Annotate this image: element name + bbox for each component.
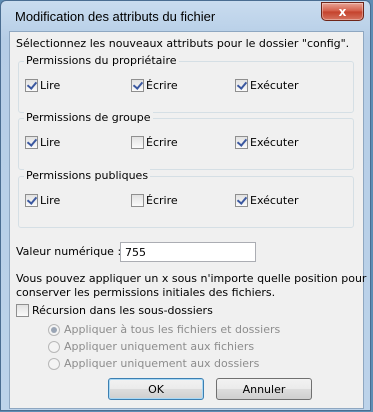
ok-button[interactable]: OK [108, 378, 204, 400]
group-label: Permissions du propriétaire [24, 54, 179, 67]
group-read-checkbox[interactable] [25, 136, 38, 149]
owner-read-checkbox[interactable] [25, 79, 38, 92]
public-permissions-group: Permissions publiques Lire Écrire Exécut… [18, 169, 354, 228]
dialog-title: Modification des attributs du fichier [15, 9, 216, 24]
close-icon: x [338, 4, 347, 19]
group-label: Permissions publiques [24, 169, 151, 182]
owner-read-label[interactable]: Lire [40, 79, 60, 92]
public-execute-label[interactable]: Exécuter [250, 194, 299, 207]
apply-folders-label[interactable]: Appliquer uniquement aux dossiers [64, 357, 259, 370]
intro-text: Sélectionnez les nouveaux attributs pour… [16, 37, 350, 50]
group-label: Permissions de groupe [24, 111, 153, 124]
owner-execute-label[interactable]: Exécuter [250, 79, 299, 92]
group-permissions-group: Permissions de groupe Lire Écrire Exécut… [18, 111, 354, 170]
group-execute-checkbox[interactable] [235, 136, 248, 149]
recursion-checkbox[interactable] [16, 304, 29, 317]
group-write-checkbox[interactable] [131, 136, 144, 149]
apply-all-label[interactable]: Appliquer à tous les fichiers et dossier… [64, 323, 280, 336]
apply-files-radio[interactable] [48, 341, 60, 353]
cancel-button[interactable]: Annuler [216, 378, 312, 400]
group-read-label[interactable]: Lire [40, 136, 60, 149]
apply-files-label[interactable]: Appliquer uniquement aux fichiers [64, 340, 254, 353]
group-execute-label[interactable]: Exécuter [250, 136, 299, 149]
owner-write-label[interactable]: Écrire [146, 79, 178, 92]
dialog-window: Modification des attributs du fichier x … [0, 0, 371, 411]
public-execute-checkbox[interactable] [235, 194, 248, 207]
owner-permissions-group: Permissions du propriétaire Lire Écrire … [18, 54, 354, 113]
close-button[interactable]: x [321, 2, 364, 21]
owner-execute-checkbox[interactable] [235, 79, 248, 92]
hint-text-line-2: conserver les permissions initiales des … [16, 286, 276, 299]
apply-all-radio[interactable] [48, 324, 60, 336]
public-write-checkbox[interactable] [131, 194, 144, 207]
public-write-label[interactable]: Écrire [146, 194, 178, 207]
public-read-checkbox[interactable] [25, 194, 38, 207]
apply-folders-radio[interactable] [48, 358, 60, 370]
numeric-value-label: Valeur numérique : [16, 245, 122, 258]
owner-write-checkbox[interactable] [131, 79, 144, 92]
group-write-label[interactable]: Écrire [146, 136, 178, 149]
hint-text-line-1: Vous pouvez appliquer un x sous n'import… [16, 272, 367, 285]
numeric-value-input[interactable]: 755 [120, 242, 256, 262]
recursion-label[interactable]: Récursion dans les sous-dossiers [32, 304, 213, 317]
title-bar[interactable]: Modification des attributs du fichier x [1, 1, 370, 31]
dialog-body: Sélectionnez les nouveaux attributs pour… [9, 31, 367, 409]
public-read-label[interactable]: Lire [40, 194, 60, 207]
